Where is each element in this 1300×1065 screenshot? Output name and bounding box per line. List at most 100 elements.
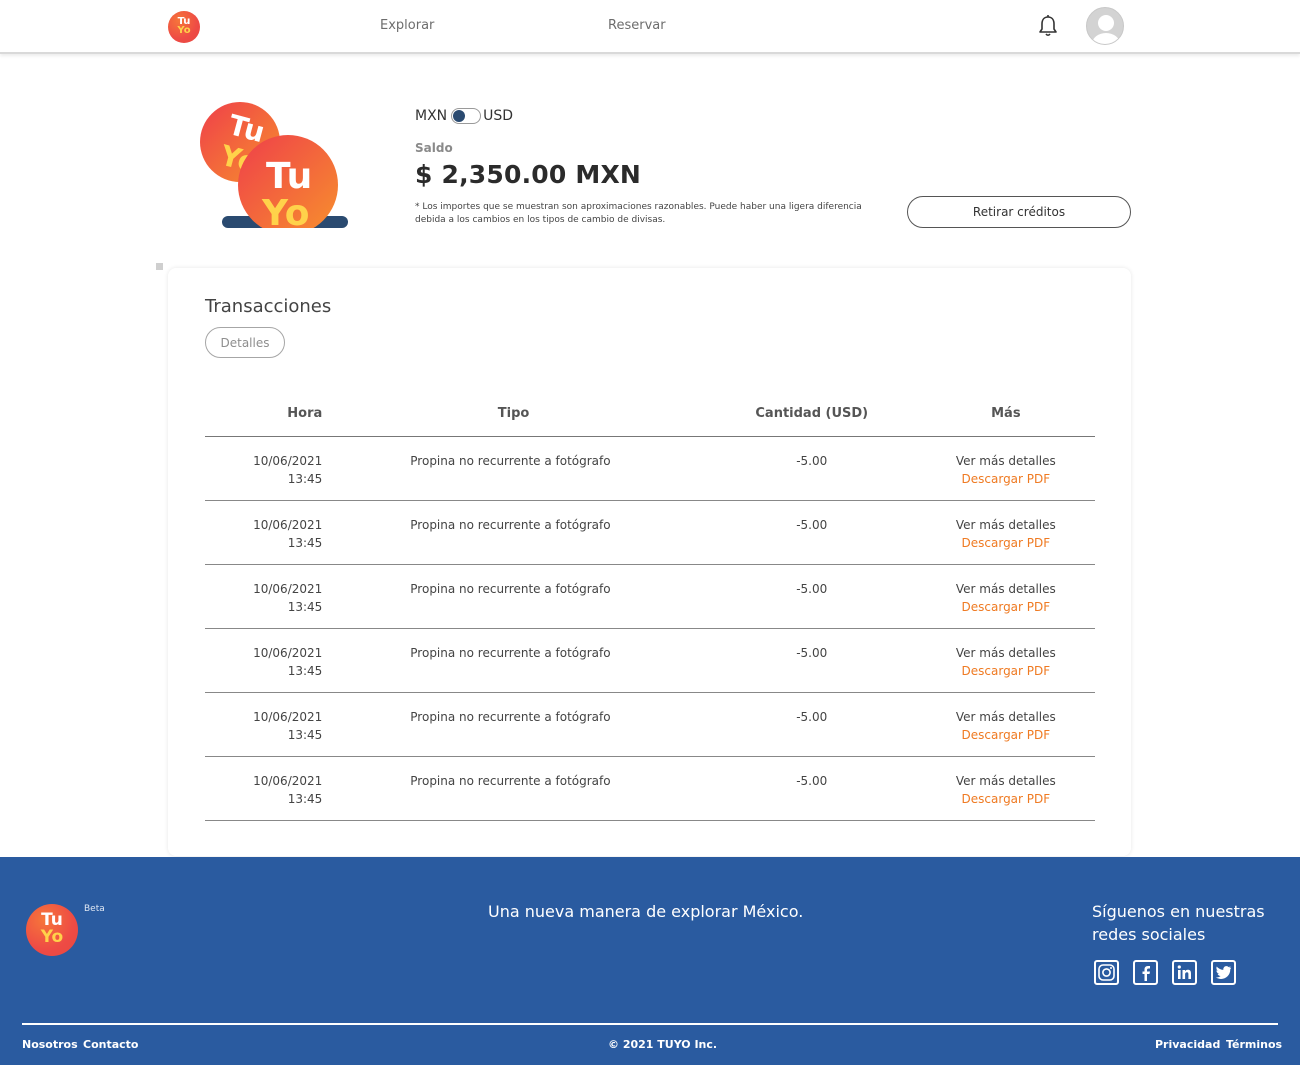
cell-mas: Ver más detalles Descargar PDF	[916, 436, 1095, 501]
footer-link-contacto[interactable]: Contacto	[83, 1038, 138, 1051]
cell-cantidad: -5.00	[706, 564, 917, 629]
row-time: 13:45	[287, 791, 323, 806]
table-header-row: Hora Tipo Cantidad (USD) Más	[205, 392, 1095, 437]
exchange-rate-note: * Los importes que se muestran son aprox…	[415, 202, 862, 225]
instagram-icon[interactable]	[1094, 960, 1119, 985]
column-header-hora: Hora	[205, 392, 323, 437]
table-row: 10/06/2021 13:45 Propina no recurrente a …	[205, 564, 1095, 629]
descargar-pdf-link[interactable]: Descargar PDF	[917, 534, 1095, 552]
currency-usd-label: USD	[483, 108, 514, 124]
twitter-icon[interactable]	[1211, 960, 1236, 985]
row-date: 10/06/2021	[253, 709, 323, 724]
table-row: 10/06/2021 13:45 Propina no recurrente a …	[205, 692, 1095, 757]
top-navigation-bar: Tu Yo Explorar Reservar	[0, 0, 1300, 54]
profile-avatar[interactable]	[1086, 7, 1124, 45]
linkedin-icon[interactable]	[1172, 960, 1197, 985]
cell-hora: 10/06/2021 13:45	[205, 628, 323, 693]
retirar-creditos-button[interactable]: Retirar créditos	[907, 196, 1131, 228]
currency-switch: MXN USD	[415, 108, 513, 124]
row-time: 13:45	[287, 471, 323, 486]
detalles-button[interactable]: Detalles	[205, 327, 285, 358]
follow-us-text: Síguenos en nuestras redes sociales	[1092, 902, 1265, 944]
logo-text-yo: Yo	[177, 25, 191, 36]
toggle-knob	[453, 110, 466, 122]
cell-hora: 10/06/2021 13:45	[205, 564, 323, 629]
row-date: 10/06/2021	[253, 517, 323, 532]
saldo-label: Saldo	[415, 141, 453, 155]
ver-mas-detalles-link[interactable]: Ver más detalles	[917, 644, 1095, 662]
facebook-icon[interactable]	[1133, 960, 1158, 985]
descargar-pdf-link[interactable]: Descargar PDF	[917, 662, 1095, 680]
transactions-table: Hora Tipo Cantidad (USD) Más 10/06/2021 1…	[205, 392, 1095, 821]
row-date: 10/06/2021	[253, 773, 323, 788]
footer-divider	[22, 1023, 1278, 1025]
cell-cantidad: -5.00	[706, 436, 917, 501]
cell-tipo: Propina no recurrente a fotógrafo	[322, 500, 707, 565]
ver-mas-detalles-link[interactable]: Ver más detalles	[917, 516, 1095, 534]
descargar-pdf-link[interactable]: Descargar PDF	[917, 790, 1095, 808]
transactions-title: Transacciones	[205, 296, 332, 317]
nav-reservar[interactable]: Reservar	[608, 18, 666, 33]
ver-mas-detalles-link[interactable]: Ver más detalles	[917, 452, 1095, 470]
footer-tagline: Una nueva manera de explorar México.	[488, 902, 804, 921]
logo-text-yo: Yo	[40, 927, 64, 947]
row-date: 10/06/2021	[253, 453, 323, 468]
footer-link-privacidad[interactable]: Privacidad	[1155, 1038, 1220, 1051]
cell-hora: 10/06/2021 13:45	[205, 436, 323, 501]
cell-cantidad: -5.00	[706, 628, 917, 693]
cell-cantidad: -5.00	[706, 756, 917, 821]
cell-tipo: Propina no recurrente a fotógrafo	[322, 756, 707, 821]
cell-mas: Ver más detalles Descargar PDF	[916, 628, 1095, 693]
column-header-mas: Más	[916, 392, 1095, 437]
row-time: 13:45	[287, 663, 323, 678]
svg-text:Yo: Yo	[261, 193, 310, 234]
copyright-text: © 2021 TUYO Inc.	[608, 1038, 718, 1051]
row-time: 13:45	[287, 535, 323, 550]
ver-mas-detalles-link[interactable]: Ver más detalles	[917, 580, 1095, 598]
cell-hora: 10/06/2021 13:45	[205, 692, 323, 757]
footer-link-nosotros[interactable]: Nosotros	[22, 1038, 78, 1051]
svg-text:Tu: Tu	[266, 156, 312, 197]
descargar-pdf-link[interactable]: Descargar PDF	[917, 598, 1095, 616]
social-links	[1094, 960, 1236, 985]
ver-mas-detalles-link[interactable]: Ver más detalles	[917, 708, 1095, 726]
saldo-value: $ 2,350.00 MXN	[415, 160, 642, 189]
transactions-card: Transacciones Detalles Hora Tipo Cantida…	[168, 268, 1131, 856]
footer: Tu Yo Beta Una nueva manera de explorar …	[0, 857, 1300, 1065]
cell-cantidad: -5.00	[706, 692, 917, 757]
cell-mas: Ver más detalles Descargar PDF	[916, 564, 1095, 629]
currency-mxn-label: MXN	[415, 108, 448, 124]
cell-hora: 10/06/2021 13:45	[205, 500, 323, 565]
beta-badge: Beta	[84, 904, 105, 914]
cell-cantidad: -5.00	[706, 500, 917, 565]
table-row: 10/06/2021 13:45 Propina no recurrente a …	[205, 436, 1095, 501]
cell-mas: Ver más detalles Descargar PDF	[916, 692, 1095, 757]
decorative-marker	[156, 263, 163, 270]
cell-tipo: Propina no recurrente a fotógrafo	[322, 564, 707, 629]
row-date: 10/06/2021	[253, 645, 323, 660]
cell-mas: Ver más detalles Descargar PDF	[916, 500, 1095, 565]
avatar-icon	[1092, 15, 1120, 44]
column-header-cantidad: Cantidad (USD)	[706, 392, 917, 437]
table-row: 10/06/2021 13:45 Propina no recurrente a …	[205, 756, 1095, 821]
table-row: 10/06/2021 13:45 Propina no recurrente a …	[205, 628, 1095, 693]
tuyo-logo[interactable]: Tu Yo	[168, 11, 200, 43]
descargar-pdf-link[interactable]: Descargar PDF	[917, 470, 1095, 488]
row-time: 13:45	[287, 599, 323, 614]
descargar-pdf-link[interactable]: Descargar PDF	[917, 726, 1095, 744]
ver-mas-detalles-link[interactable]: Ver más detalles	[917, 772, 1095, 790]
nav-explorar[interactable]: Explorar	[380, 18, 434, 33]
row-date: 10/06/2021	[253, 581, 323, 596]
cell-tipo: Propina no recurrente a fotógrafo	[322, 436, 707, 501]
tuyo-coins-illustration: Tu Yo Tu Yo	[200, 102, 348, 235]
column-header-tipo: Tipo	[322, 392, 707, 437]
table-row: 10/06/2021 13:45 Propina no recurrente a …	[205, 500, 1095, 565]
cell-mas: Ver más detalles Descargar PDF	[916, 756, 1095, 821]
currency-toggle[interactable]	[451, 108, 482, 124]
cell-tipo: Propina no recurrente a fotógrafo	[322, 628, 707, 693]
footer-tuyo-logo[interactable]: Tu Yo	[26, 904, 78, 956]
footer-link-terminos[interactable]: Términos	[1226, 1038, 1282, 1051]
cell-hora: 10/06/2021 13:45	[205, 756, 323, 821]
cell-tipo: Propina no recurrente a fotógrafo	[322, 692, 707, 757]
bell-icon[interactable]	[1037, 14, 1059, 38]
